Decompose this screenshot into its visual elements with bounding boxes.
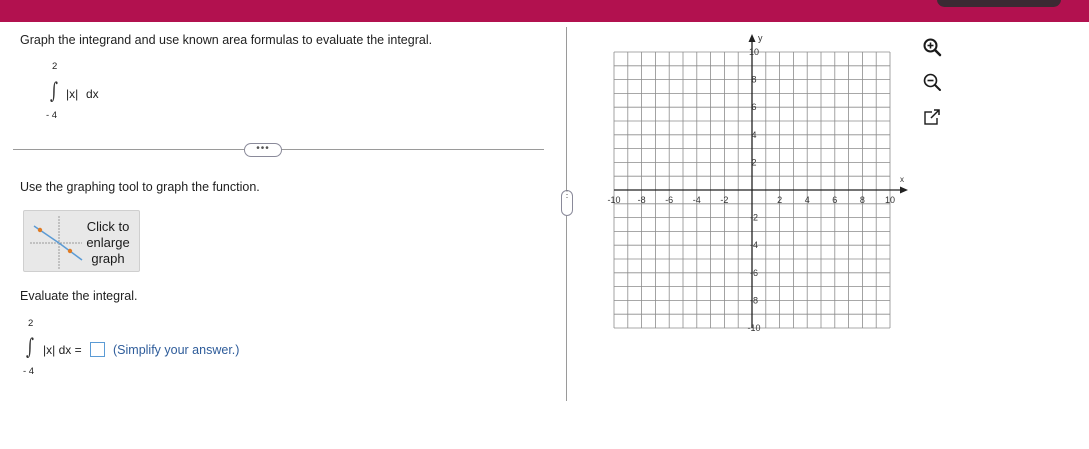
y-tick-label: -6: [750, 268, 758, 278]
integral-dx: dx: [86, 87, 99, 101]
y-tick-label: -4: [750, 240, 758, 250]
y-tick-label: -8: [750, 295, 758, 305]
graph-instruction: Use the graphing tool to graph the funct…: [20, 180, 260, 194]
x-tick-label: -10: [607, 195, 620, 205]
y-tick-label: 10: [749, 47, 759, 57]
top-bar: [0, 0, 1089, 22]
question-instruction: Graph the integrand and use known area f…: [20, 33, 433, 47]
x-tick-label: -4: [693, 195, 701, 205]
zoom-in-icon[interactable]: [921, 36, 943, 58]
integrand: |x|: [66, 87, 79, 101]
answer-integral-upper-limit: 2: [28, 318, 34, 329]
coordinate-grid[interactable]: x y -10 -8 -6 -4 -2 2 4 6 8 10 10 8 6 4 2 -2 -4 -6 -8 -10: [596, 30, 926, 360]
x-tick-label: 4: [805, 195, 810, 205]
x-tick-label: 10: [885, 195, 895, 205]
panel-toggle-button[interactable]: ⋮: [561, 190, 573, 216]
y-tick-label: 2: [751, 157, 756, 167]
zoom-out-icon[interactable]: [921, 71, 943, 93]
integral-sign: ∫: [50, 79, 59, 104]
x-tick-label: -2: [720, 195, 728, 205]
x-axis-arrow: [900, 186, 908, 194]
y-tick-label: 4: [751, 130, 756, 140]
y-tick-label: 8: [751, 75, 756, 85]
x-tick-label: -8: [638, 195, 646, 205]
more-options-button[interactable]: •••: [244, 143, 282, 157]
integral-upper-limit: 2: [52, 61, 58, 72]
y-axis-arrow: [748, 34, 756, 42]
answer-input[interactable]: [90, 342, 105, 357]
open-external-icon[interactable]: [921, 106, 943, 128]
y-tick-label: 6: [751, 102, 756, 112]
answer-integral-sign: ∫: [26, 335, 35, 360]
integral-lower-limit: - 4: [46, 110, 58, 121]
x-tick-label: 2: [777, 195, 782, 205]
enlarge-graph-button[interactable]: Click to enlarge graph: [23, 210, 140, 272]
enlarge-graph-label: Click to enlarge graph: [86, 219, 130, 266]
x-tick-label: 8: [860, 195, 865, 205]
x-axis-label: x: [900, 175, 904, 184]
y-tick-label: -10: [747, 323, 760, 333]
simplify-hint: (Simplify your answer.): [113, 343, 240, 357]
y-tick-label: -2: [750, 213, 758, 223]
answer-integral-lower-limit: - 4: [23, 366, 35, 377]
evaluate-instruction: Evaluate the integral.: [20, 289, 138, 303]
y-axis-label: y: [758, 33, 763, 43]
answer-integral-expression: |x| dx =: [43, 343, 82, 357]
graph-thumbnail-icon: [30, 216, 83, 270]
x-tick-label: 6: [832, 195, 837, 205]
x-tick-label: -6: [665, 195, 673, 205]
top-bar-pill[interactable]: [937, 0, 1061, 7]
